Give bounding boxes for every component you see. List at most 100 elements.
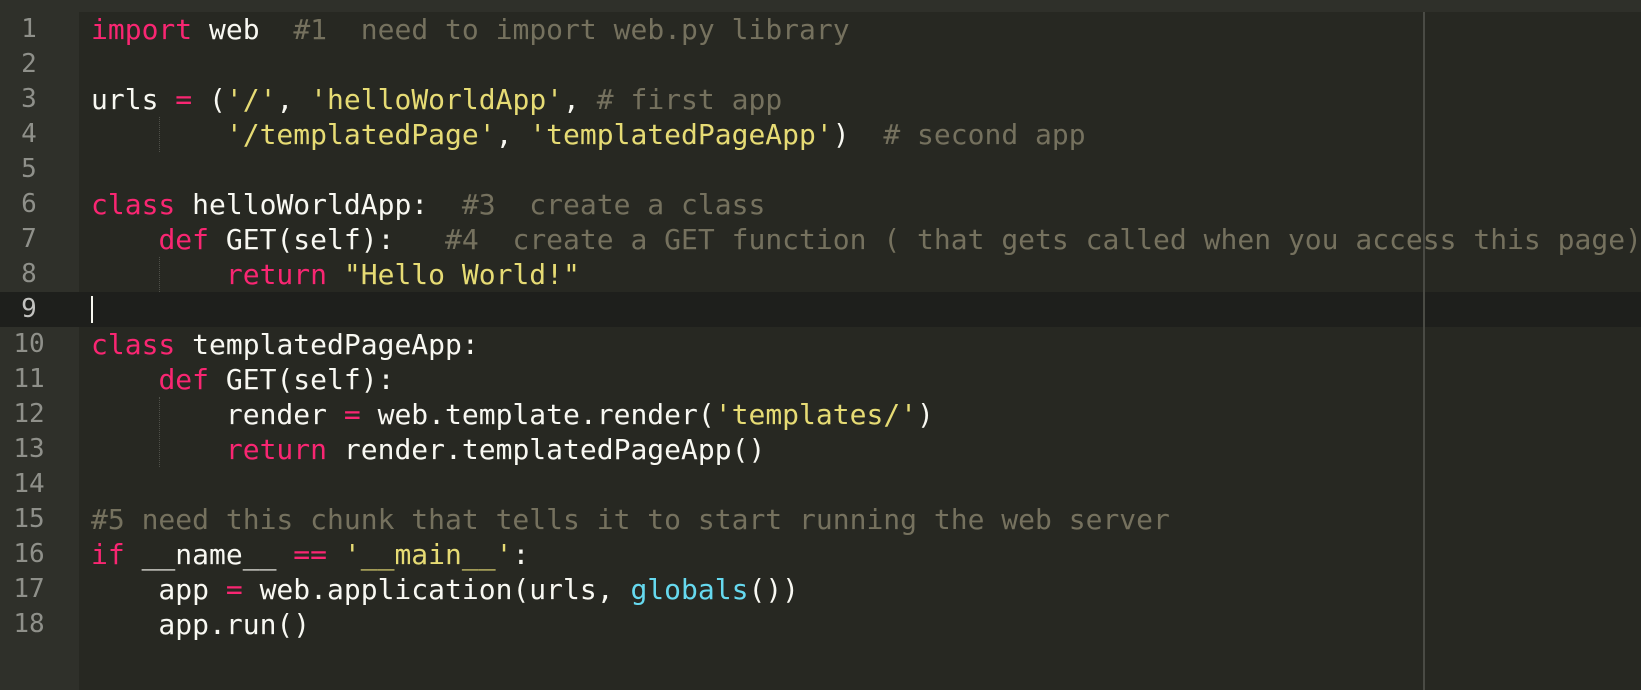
code-line[interactable]: 15 #5 need this chunk that tells it to st… — [0, 502, 1641, 537]
code-token: : — [512, 538, 530, 571]
line-number: 2 — [21, 49, 37, 79]
string-token: 'templates/' — [714, 398, 918, 431]
comment-token: #1 need to import web.py library — [293, 13, 850, 46]
code-text: app = web.application(urls, globals()) — [91, 572, 799, 607]
code-token: helloWorldApp: — [175, 188, 462, 221]
code-token: web — [192, 13, 294, 46]
code-token: templatedPageApp: — [175, 328, 479, 361]
code-text: return render.templatedPageApp() — [91, 432, 765, 467]
code-token: , — [495, 118, 530, 151]
line-number: 7 — [21, 224, 37, 254]
code-token: render — [91, 398, 344, 431]
code-line[interactable]: 16 if __name__ == '__main__': — [0, 537, 1641, 572]
code-token: ) — [917, 398, 934, 431]
code-line[interactable]: 18 app.run() — [0, 607, 1641, 642]
code-token: app.run() — [91, 608, 311, 641]
code-text: def GET(self): #4 create a GET function … — [91, 222, 1641, 257]
string-token: '/templatedPage' — [225, 118, 496, 151]
code-line[interactable]: 8 return "Hello World!" — [0, 257, 1641, 292]
comment-token: # first app — [596, 83, 783, 116]
line-number: 10 — [13, 329, 45, 359]
code-token: __name__ — [124, 538, 294, 571]
line-number: 1 — [21, 14, 37, 44]
line-number: 13 — [13, 434, 45, 464]
code-line[interactable]: 12 render = web.template.render('templat… — [0, 397, 1641, 432]
code-token: web.application(urls, — [242, 573, 631, 606]
line-number: 14 — [13, 469, 45, 499]
code-token: ()) — [748, 573, 800, 606]
keyword-token: class — [91, 328, 176, 361]
keyword-token: return — [225, 258, 328, 291]
builtin-token: globals — [630, 573, 749, 606]
code-line[interactable]: 5 — [0, 152, 1641, 187]
code-token: , — [276, 83, 311, 116]
code-line[interactable]: 9 — [0, 292, 1641, 327]
line-number: 6 — [21, 189, 37, 219]
keyword-token: def — [158, 223, 210, 256]
code-token: ( — [192, 83, 226, 116]
string-token: 'templatedPageApp' — [529, 118, 833, 151]
line-number: 12 — [13, 399, 45, 429]
comment-token: #5 need this chunk that tells it to star… — [91, 503, 1170, 536]
text-cursor — [91, 296, 93, 323]
keyword-token: class — [91, 188, 176, 221]
line-number: 8 — [21, 259, 37, 289]
code-token: web.template.render( — [360, 398, 715, 431]
keyword-token: import — [91, 13, 193, 46]
line-number: 5 — [21, 154, 37, 184]
code-lines[interactable]: 1 import web #1 need to import web.py lib… — [0, 12, 1641, 642]
code-text: render = web.template.render('templates/… — [91, 397, 934, 432]
code-line[interactable]: 6 class helloWorldApp: #3 create a class — [0, 187, 1641, 222]
comment-token: #4 create a GET function ( that gets cal… — [445, 223, 1641, 256]
line-number: 11 — [13, 364, 45, 394]
code-line[interactable]: 3 urls = ('/', 'helloWorldApp', # first a… — [0, 82, 1641, 117]
code-text: if __name__ == '__main__': — [91, 537, 529, 572]
code-token: ) — [832, 118, 884, 151]
line-number: 4 — [21, 119, 37, 149]
code-text: import web #1 need to import web.py libr… — [91, 12, 850, 47]
code-text: def GET(self): — [91, 362, 394, 397]
string-token: "Hello World!" — [343, 258, 580, 291]
code-text: class templatedPageApp: — [91, 327, 479, 362]
code-line[interactable]: 10 class templatedPageApp: — [0, 327, 1641, 362]
line-number: 17 — [13, 574, 45, 604]
code-token: GET(self): — [209, 363, 395, 396]
code-line[interactable]: 13 return render.templatedPageApp() — [0, 432, 1641, 467]
code-text: #5 need this chunk that tells it to star… — [91, 502, 1170, 537]
code-token: urls — [91, 83, 176, 116]
code-editor[interactable]: 1 import web #1 need to import web.py lib… — [0, 0, 1641, 690]
code-token: app — [91, 573, 226, 606]
comment-token: #3 create a class — [461, 188, 766, 221]
code-text: return "Hello World!" — [91, 257, 580, 292]
code-text: '/templatedPage', 'templatedPageApp') # … — [91, 117, 1086, 152]
code-text: urls = ('/', 'helloWorldApp', # first ap… — [91, 82, 782, 117]
code-line[interactable]: 4 '/templatedPage', 'templatedPageApp') … — [0, 117, 1641, 152]
line-number: 18 — [13, 609, 45, 639]
code-token: GET(self): — [209, 223, 446, 256]
keyword-token: if — [91, 538, 125, 571]
line-number: 16 — [13, 539, 45, 569]
operator-token: == — [293, 538, 328, 571]
code-line[interactable]: 2 — [0, 47, 1641, 82]
operator-token: = — [343, 398, 361, 431]
code-text: class helloWorldApp: #3 create a class — [91, 187, 765, 222]
string-token: 'helloWorldApp' — [310, 83, 564, 116]
operator-token: = — [225, 573, 243, 606]
code-line[interactable]: 14 — [0, 467, 1641, 502]
code-line[interactable]: 1 import web #1 need to import web.py lib… — [0, 12, 1641, 47]
operator-token: = — [175, 83, 193, 116]
code-line[interactable]: 11 def GET(self): — [0, 362, 1641, 397]
comment-token: # second app — [883, 118, 1086, 151]
line-number: 3 — [21, 84, 37, 114]
line-number: 15 — [13, 504, 45, 534]
code-line[interactable]: 17 app = web.application(urls, globals()… — [0, 572, 1641, 607]
code-line[interactable]: 7 def GET(self): #4 create a GET functio… — [0, 222, 1641, 257]
code-token: render.templatedPageApp() — [327, 433, 766, 466]
